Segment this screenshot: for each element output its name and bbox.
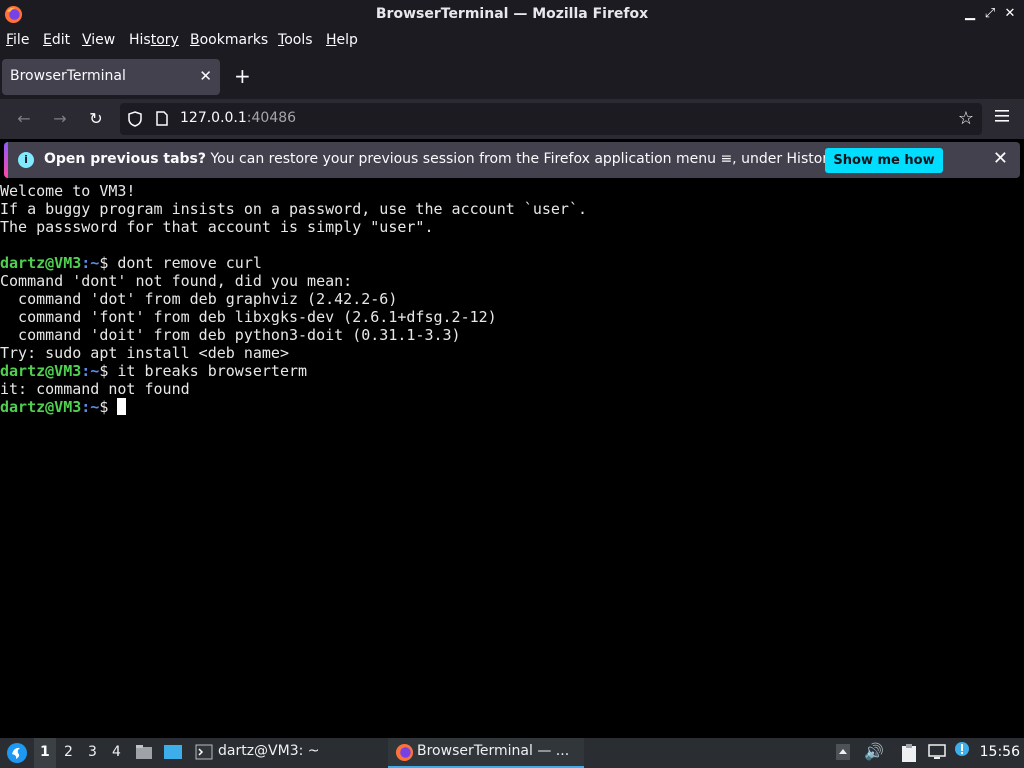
desktop-icon[interactable] [163, 743, 183, 761]
workspace-4[interactable]: 4 [112, 744, 121, 760]
menu-edit[interactable]: Edit [43, 32, 70, 48]
workspace-3[interactable]: 3 [88, 744, 97, 760]
menu-bookmarks[interactable]: Bookmarks [190, 32, 268, 48]
close-tab-icon[interactable]: ✕ [199, 67, 212, 85]
terminal-line: dartz@VM3:~$ [0, 398, 1024, 416]
url-bar[interactable]: 127.0.0.1:40486 ☆ [120, 103, 982, 135]
terminal-line: command 'doit' from deb python3-doit (0.… [0, 326, 461, 344]
minimize-icon[interactable]: ▁ [962, 6, 978, 22]
volume-icon[interactable]: 🔊 [864, 742, 884, 761]
terminal-line: If a buggy program insists on a password… [0, 200, 587, 218]
prompt-user: dartz@VM3 [0, 254, 82, 272]
bookmark-star-icon[interactable]: ☆ [958, 108, 974, 129]
window-titlebar: BrowserTerminal — Mozilla Firefox ▁ ⤢ ✕ [0, 0, 1024, 29]
show-me-how-button[interactable]: Show me how [825, 148, 943, 173]
terminal-line: dartz@VM3:~$ dont remove curl [0, 254, 1024, 272]
menu-view[interactable]: View [82, 32, 115, 48]
info-icon: i [18, 152, 34, 168]
terminal-line: Try: sudo apt install <deb name> [0, 344, 289, 362]
terminal-line: The passsword for that account is simply… [0, 218, 434, 236]
prompt-command: $ it breaks browserterm [99, 362, 308, 380]
prompt-path: :~ [81, 398, 100, 416]
prompt-command: $ dont remove curl [99, 254, 262, 272]
file-manager-icon[interactable] [135, 743, 153, 761]
terminal-output[interactable]: Welcome to VM3! If a buggy program insist… [0, 182, 1024, 738]
prompt-user: dartz@VM3 [0, 362, 82, 380]
shield-icon[interactable] [128, 111, 142, 127]
terminal-line: Command 'dont' not found, did you mean: [0, 272, 353, 290]
restore-icon[interactable]: ⤢ [982, 6, 998, 22]
terminal-line: dartz@VM3:~$ it breaks browserterm [0, 362, 1024, 380]
terminal-cursor [117, 398, 127, 415]
tab-browserterminal[interactable]: BrowserTerminal ✕ [2, 59, 220, 95]
task-terminal[interactable]: dartz@VM3: ~ [218, 743, 320, 759]
firefox-icon [395, 743, 414, 762]
page-info-icon[interactable] [156, 111, 168, 126]
navigation-bar: ← → ↻ 127.0.0.1:40486 ☆ [0, 99, 1024, 139]
restore-session-notification: i Open previous tabs? You can restore yo… [4, 142, 1020, 178]
notification-accent-bar [4, 142, 8, 178]
taskbar: 1 2 3 4 dartz@VM3: ~ BrowserTerminal — .… [0, 738, 1024, 768]
clipboard-icon[interactable] [900, 743, 918, 763]
tab-strip: BrowserTerminal ✕ + [0, 53, 1024, 99]
network-icon[interactable] [927, 743, 947, 761]
prompt-path: :~ [81, 254, 100, 272]
terminal-line: it: command not found [0, 380, 190, 398]
back-arrow-icon[interactable]: ← [12, 107, 36, 131]
prompt-user: dartz@VM3 [0, 398, 82, 416]
task-firefox[interactable]: BrowserTerminal — ... [417, 743, 569, 759]
tab-label: BrowserTerminal [10, 68, 126, 84]
updates-icon[interactable] [954, 741, 970, 757]
close-window-icon[interactable]: ✕ [1002, 6, 1018, 22]
tray-up-arrow-icon[interactable] [835, 743, 851, 761]
menu-tools[interactable]: Tools [278, 32, 313, 48]
prompt-command: $ [99, 398, 118, 416]
clock: 15:56 [979, 744, 1020, 760]
start-menu-icon[interactable] [6, 742, 28, 764]
workspace-2[interactable]: 2 [64, 744, 73, 760]
reload-icon[interactable]: ↻ [84, 107, 108, 131]
url-text[interactable]: 127.0.0.1:40486 [180, 110, 296, 126]
notification-message: Open previous tabs? You can restore your… [44, 151, 839, 167]
menu-history[interactable]: History [129, 32, 179, 48]
workspace-1[interactable]: 1 [40, 744, 50, 760]
terminal-line: Welcome to VM3! [0, 182, 136, 200]
forward-arrow-icon[interactable]: → [48, 107, 72, 131]
app-menu-icon[interactable] [994, 109, 1010, 123]
window-title: BrowserTerminal — Mozilla Firefox [375, 6, 649, 22]
terminal-icon [195, 744, 213, 760]
prompt-path: :~ [81, 362, 100, 380]
terminal-line: command 'dot' from deb graphviz (2.42.2-… [0, 290, 398, 308]
menu-bar: File Edit View History Bookmarks Tools H… [0, 29, 1024, 53]
new-tab-button[interactable]: + [234, 66, 251, 86]
menu-help[interactable]: Help [326, 32, 358, 48]
menu-file[interactable]: File [6, 32, 29, 48]
close-notification-icon[interactable]: ✕ [993, 148, 1008, 169]
terminal-line: command 'font' from deb libxgks-dev (2.6… [0, 308, 497, 326]
